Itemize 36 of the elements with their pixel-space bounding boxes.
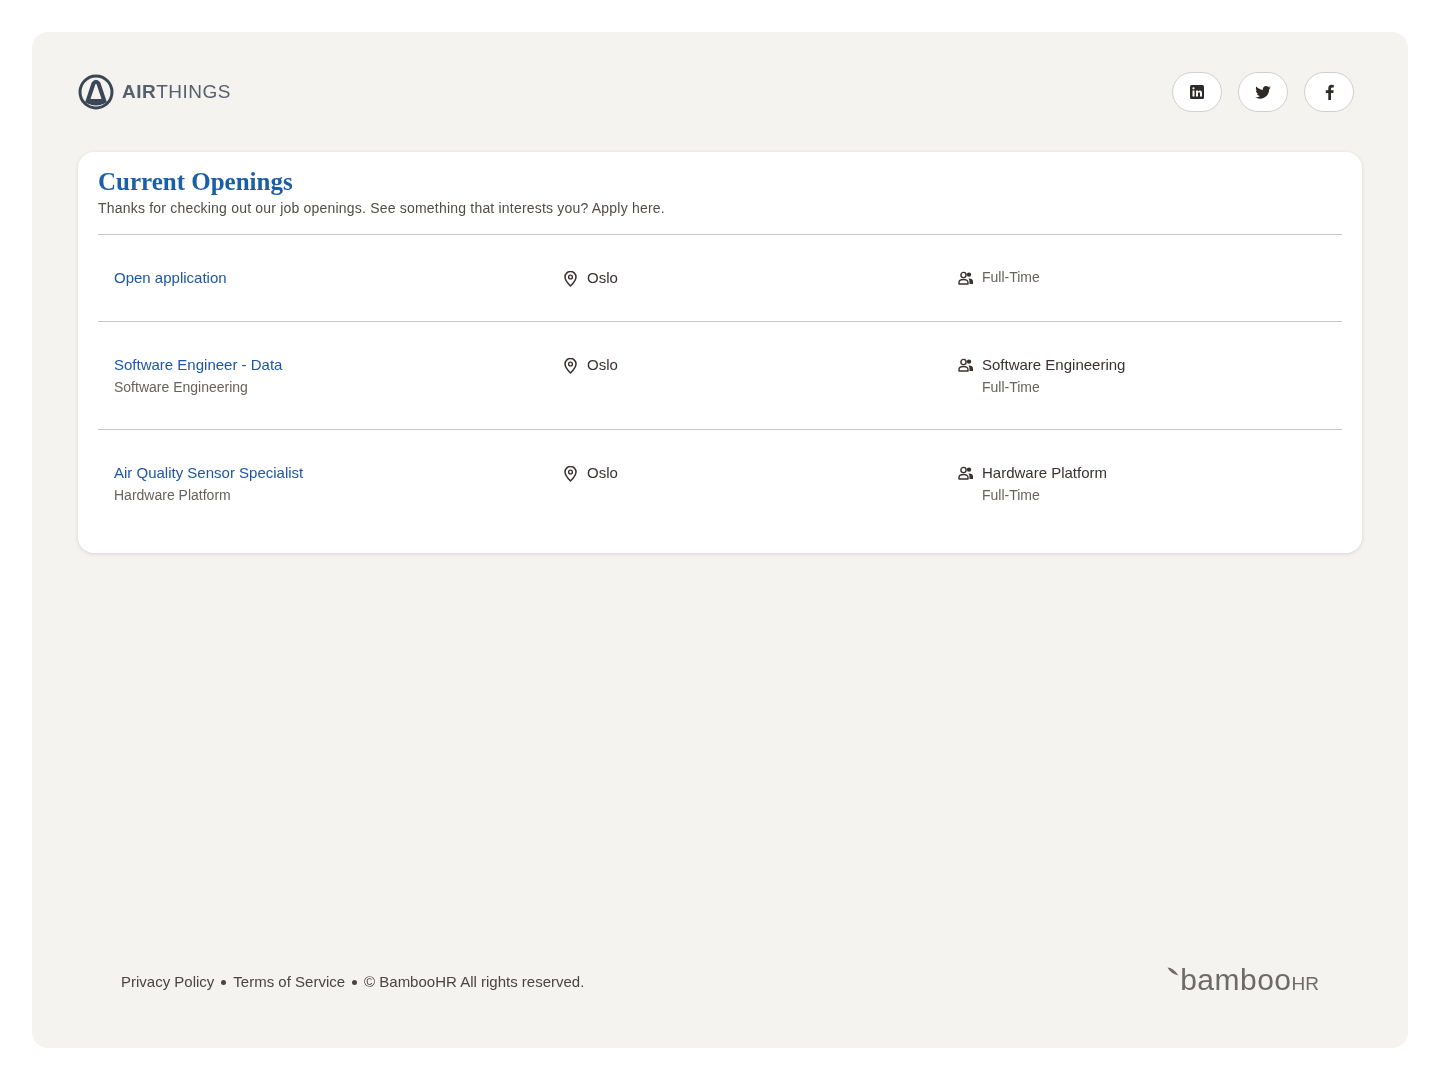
location-pin-icon (564, 271, 577, 287)
team-text: Software Engineering (982, 355, 1126, 375)
job-title-link[interactable]: Software Engineer - Data (114, 353, 283, 377)
intro-text: Thanks for checking out our job openings. See something that interests you? Apply here. (98, 199, 665, 218)
facebook-icon (1324, 84, 1334, 100)
linkedin-icon (1190, 85, 1204, 99)
people-icon (958, 358, 974, 372)
employment-type-text: Full-Time (982, 486, 1040, 505)
job-title-link[interactable]: Open application (114, 266, 227, 290)
employment-type-text: Full-Time (982, 268, 1040, 287)
bird-icon (1255, 85, 1271, 99)
social-button[interactable] (1172, 72, 1222, 112)
people-icon (958, 466, 974, 480)
social-button[interactable] (1304, 72, 1354, 112)
location-pin-icon (564, 466, 577, 482)
department-text: Hardware Platform (114, 486, 231, 505)
footer-link[interactable]: Privacy Policy (121, 970, 215, 994)
logo-icon (78, 74, 114, 110)
department-text: Software Engineering (114, 378, 248, 397)
bullet-icon (352, 979, 358, 985)
leaf-icon (1167, 967, 1180, 976)
employment-type-text: Full-Time (982, 378, 1040, 397)
page-heading: Current Openings (98, 167, 293, 197)
footer-link[interactable]: Terms of Service (233, 970, 346, 994)
team-text: Hardware Platform (982, 463, 1108, 483)
people-icon (958, 271, 974, 285)
location-text: Oslo (587, 463, 618, 483)
location-text: Oslo (587, 355, 618, 375)
social-button[interactable] (1238, 72, 1288, 112)
location-pin-icon (564, 358, 577, 374)
logo-text: bambooHR (1180, 964, 1319, 998)
logo-text: AIRTHINGS (122, 80, 231, 104)
job-title-link[interactable]: Air Quality Sensor Specialist (114, 461, 304, 485)
copyright-text: © BambooHR All rights reserved. (364, 971, 585, 992)
bullet-icon (221, 979, 227, 985)
location-text: Oslo (587, 268, 618, 288)
